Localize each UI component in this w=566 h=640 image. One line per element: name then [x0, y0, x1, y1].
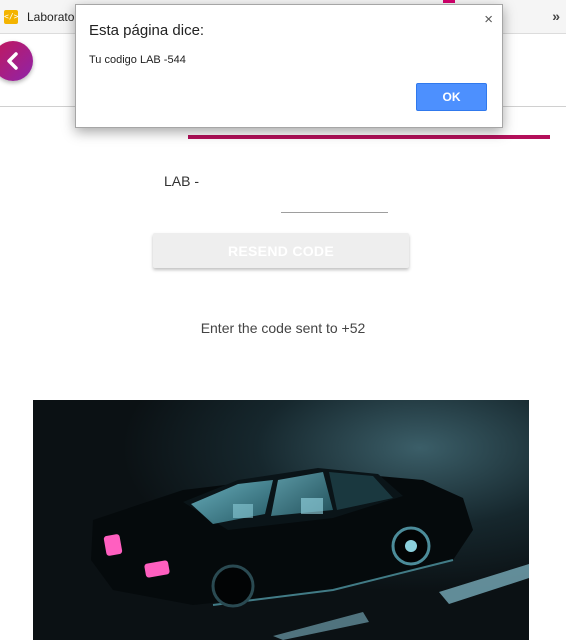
alert-dialog: Esta página dice: × Tu codigo LAB -544 O… [75, 4, 503, 128]
ok-button[interactable]: OK [416, 83, 487, 111]
code-icon: </> [4, 10, 18, 24]
code-prefix-label: LAB - [164, 173, 200, 189]
dialog-title: Esta página dice: [89, 22, 205, 39]
dialog-message: Tu codigo LAB -544 [89, 54, 186, 66]
bookmarks-overflow-button[interactable]: » [552, 8, 560, 24]
back-button[interactable] [0, 41, 33, 81]
car-illustration [33, 400, 529, 640]
resend-code-button[interactable]: RESEND CODE [153, 233, 409, 268]
browser-tab-title[interactable]: Laborato [27, 10, 75, 24]
code-sent-message: Enter the code sent to +52 [200, 320, 366, 336]
bookmark-marker [443, 0, 455, 3]
accent-divider [188, 135, 550, 139]
close-icon[interactable]: × [484, 11, 493, 28]
code-input[interactable] [281, 186, 388, 213]
chevron-left-icon [7, 52, 18, 70]
